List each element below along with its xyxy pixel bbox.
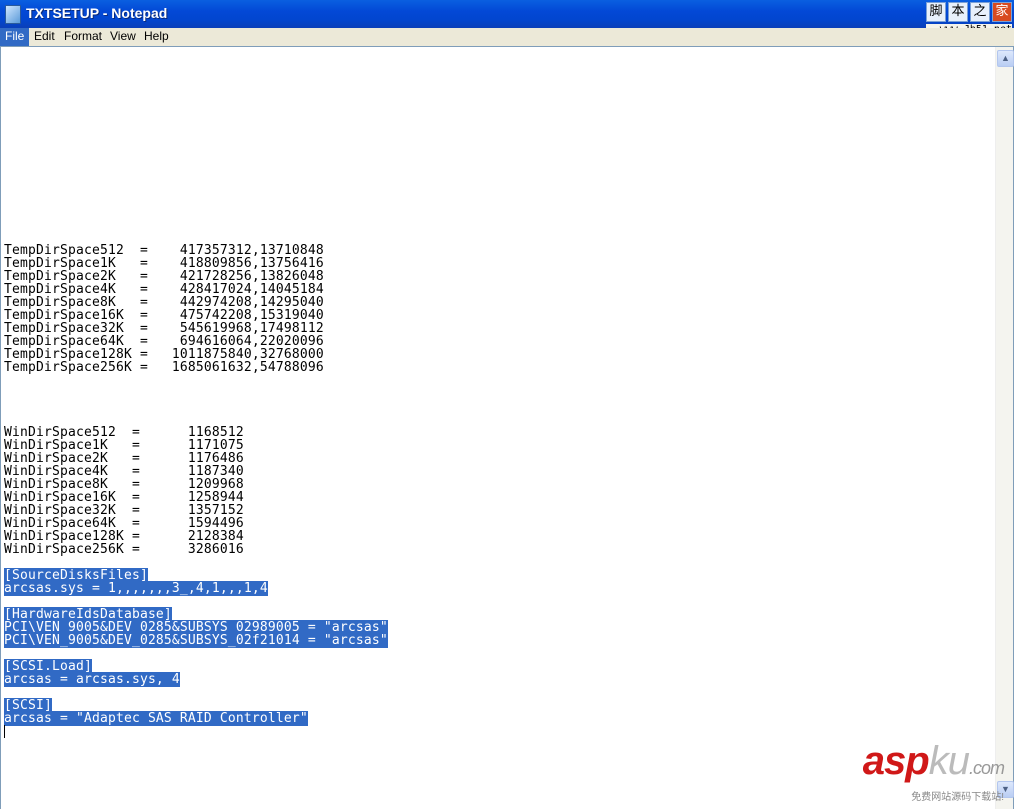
selected-text: arcsas.sys = 1,,,,,,,3_,4,1,,,1,4 xyxy=(4,581,268,596)
aspku-brand2: ku xyxy=(928,739,970,783)
selected-text: arcsas = "Adaptec SAS RAID Controller" xyxy=(4,711,308,726)
jb51-char: 脚 xyxy=(926,2,946,22)
text-line: WinDirSpace256K = 3286016 xyxy=(4,543,388,556)
jb51-char: 本 xyxy=(948,2,968,22)
jb51-char: 之 xyxy=(970,2,990,22)
menu-bar: File Edit Format View Help xyxy=(0,28,1014,46)
text-line xyxy=(4,400,388,413)
text-line xyxy=(4,387,388,400)
selected-text: PCI\VEN_9005&DEV_0285&SUBSYS_02f21014 = … xyxy=(4,633,388,648)
text-line xyxy=(4,374,388,387)
window-title: TXTSETUP - Notepad xyxy=(26,5,168,21)
selected-text: arcsas = arcsas.sys, 4 xyxy=(4,672,180,687)
aspku-brand: asp xyxy=(862,739,930,783)
text-caret xyxy=(4,725,5,738)
jb51-char: 家 xyxy=(992,2,1012,22)
text-line: arcsas = arcsas.sys, 4 xyxy=(4,672,388,687)
menu-file[interactable]: File xyxy=(0,28,30,46)
text-line: TempDirSpace256K = 1685061632,54788096 xyxy=(4,361,388,374)
aspku-tagline: 免费网站源码下载站! xyxy=(911,792,1004,803)
text-line: PCI\VEN_9005&DEV_0285&SUBSYS_02f21014 = … xyxy=(4,633,388,648)
menu-edit[interactable]: Edit xyxy=(29,28,60,46)
text-line: arcsas = "Adaptec SAS RAID Controller" xyxy=(4,711,388,726)
menu-help[interactable]: Help xyxy=(139,28,174,46)
text-line: arcsas.sys = 1,,,,,,,3_,4,1,,,1,4 xyxy=(4,581,388,596)
notepad-icon xyxy=(5,5,21,24)
line-text: TempDirSpace256K = 1685061632,54788096 xyxy=(4,360,324,375)
title-bar[interactable]: TXTSETUP - Notepad 脚本之家 www.Jb51.net xyxy=(0,0,1014,35)
aspku-watermark-logo: aspku.com 免费网站源码下载站! xyxy=(862,739,1005,803)
text-line xyxy=(4,686,388,699)
text-line xyxy=(4,725,388,738)
menu-view[interactable]: View xyxy=(105,28,141,46)
line-text: WinDirSpace256K = 3286016 xyxy=(4,542,244,557)
document-text[interactable]: TempDirSpace512 = 417357312,13710848 Temp… xyxy=(4,49,388,738)
scroll-up-arrow-icon[interactable]: ▲ xyxy=(997,50,1014,67)
aspku-tld: .com xyxy=(968,758,1005,778)
menu-format[interactable]: Format xyxy=(59,28,107,46)
vertical-scrollbar[interactable]: ▲ ▼ xyxy=(995,47,1014,809)
text-editor-area[interactable]: TempDirSpace512 = 417357312,13710848 Temp… xyxy=(0,46,1014,809)
